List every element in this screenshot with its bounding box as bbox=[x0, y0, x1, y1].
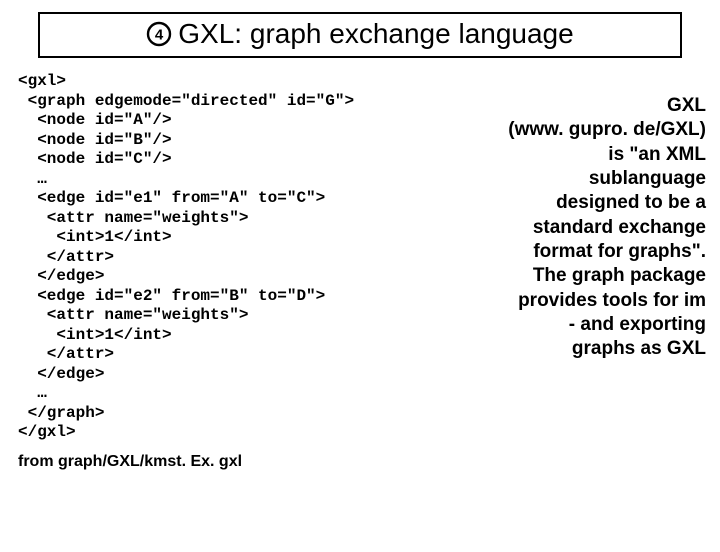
title-box: 4 GXL: graph exchange language bbox=[38, 12, 682, 58]
code-caption: from graph/GXL/kmst. Ex. gxl bbox=[18, 453, 702, 471]
code-line: … bbox=[18, 384, 702, 404]
sidebar-line: sublanguage bbox=[488, 167, 706, 191]
sidebar-line: - and exporting bbox=[488, 313, 706, 337]
content-area: <gxl> <graph edgemode="directed" id="G">… bbox=[0, 72, 720, 471]
sidebar-text: GXL(www. gupro. de/GXL)is "an XMLsublang… bbox=[488, 94, 706, 361]
sidebar-line: designed to be a bbox=[488, 191, 706, 215]
code-line: </graph> bbox=[18, 404, 702, 424]
sidebar-line: is "an XML bbox=[488, 143, 706, 167]
code-line: </edge> bbox=[18, 365, 702, 385]
sidebar-line: provides tools for im bbox=[488, 289, 706, 313]
code-line: </gxl> bbox=[18, 423, 702, 443]
code-line: <gxl> bbox=[18, 72, 702, 92]
sidebar-line: GXL bbox=[488, 94, 706, 118]
sidebar-line: format for graphs". bbox=[488, 240, 706, 264]
sidebar-line: standard exchange bbox=[488, 216, 706, 240]
slide-title: GXL: graph exchange language bbox=[178, 18, 573, 50]
svg-text:4: 4 bbox=[155, 27, 164, 44]
title-row: 4 GXL: graph exchange language bbox=[146, 18, 573, 50]
circled-four-icon: 4 bbox=[146, 21, 172, 47]
sidebar-line: (www. gupro. de/GXL) bbox=[488, 118, 706, 142]
sidebar-line: graphs as GXL bbox=[488, 337, 706, 361]
sidebar-line: The graph package bbox=[488, 264, 706, 288]
